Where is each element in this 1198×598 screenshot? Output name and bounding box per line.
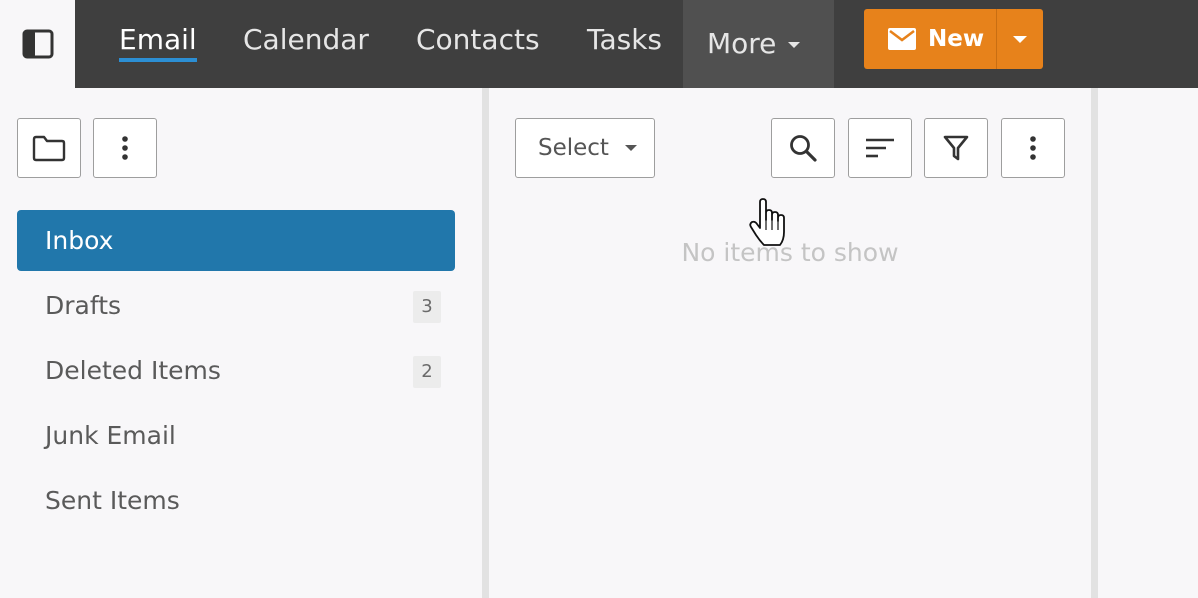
folder-junk-email[interactable]: Junk Email bbox=[17, 405, 455, 470]
folder-pane: Inbox Drafts 3 Deleted Items 2 Junk Emai… bbox=[0, 88, 483, 598]
filter-button[interactable] bbox=[924, 118, 988, 178]
hand-cursor-icon bbox=[749, 198, 785, 246]
folder-sent-items[interactable]: Sent Items bbox=[17, 470, 455, 535]
top-navigation-bar: Email Calendar Contacts Tasks More New bbox=[0, 0, 1198, 88]
folder-label: Deleted Items bbox=[45, 356, 221, 385]
folder-inbox[interactable]: Inbox bbox=[17, 210, 455, 271]
unread-count-badge: 2 bbox=[413, 356, 441, 388]
nav-email[interactable]: Email bbox=[119, 0, 197, 88]
nav-calendar[interactable]: Calendar bbox=[243, 0, 369, 88]
folder-label: Inbox bbox=[45, 226, 114, 255]
nav-calendar-label: Calendar bbox=[243, 23, 369, 56]
folder-list: Inbox Drafts 3 Deleted Items 2 Junk Emai… bbox=[17, 210, 455, 535]
nav-contacts[interactable]: Contacts bbox=[416, 0, 540, 88]
sidebar-toggle-button[interactable] bbox=[0, 0, 75, 88]
mail-icon bbox=[888, 28, 916, 50]
folder-menu-button[interactable] bbox=[17, 118, 81, 178]
sort-icon bbox=[866, 138, 894, 158]
folder-drafts[interactable]: Drafts 3 bbox=[17, 275, 455, 340]
unread-count-badge: 3 bbox=[413, 291, 441, 323]
folder-deleted-items[interactable]: Deleted Items 2 bbox=[17, 340, 455, 405]
new-options-dropdown[interactable] bbox=[996, 9, 1043, 69]
nav-more-dropdown[interactable]: More bbox=[683, 0, 834, 88]
nav-more-label: More bbox=[707, 27, 777, 60]
sidebar-toggle-icon bbox=[22, 29, 53, 59]
nav-tasks-label: Tasks bbox=[587, 23, 663, 56]
nav-tasks[interactable]: Tasks bbox=[587, 0, 662, 88]
nav-contacts-label: Contacts bbox=[416, 23, 540, 56]
chevron-down-icon bbox=[788, 42, 801, 48]
nav-email-label: Email bbox=[119, 23, 197, 62]
search-button[interactable] bbox=[771, 118, 835, 178]
new-message-split-button: New bbox=[864, 9, 1043, 69]
folder-label: Drafts bbox=[45, 291, 122, 320]
folder-more-button[interactable] bbox=[93, 118, 157, 178]
pane-splitter-right[interactable] bbox=[1091, 88, 1098, 598]
reading-pane bbox=[1098, 88, 1198, 598]
select-label: Select bbox=[538, 135, 609, 161]
more-vertical-icon bbox=[1030, 136, 1036, 160]
more-vertical-icon bbox=[122, 136, 128, 160]
folder-label: Sent Items bbox=[45, 486, 180, 515]
list-more-button[interactable] bbox=[1001, 118, 1065, 178]
new-message-button[interactable]: New bbox=[864, 9, 996, 69]
sort-button[interactable] bbox=[848, 118, 912, 178]
new-button-label: New bbox=[928, 26, 985, 52]
message-list-pane: Select No items to show bbox=[489, 88, 1091, 598]
select-dropdown[interactable]: Select bbox=[515, 118, 655, 178]
chevron-down-icon bbox=[624, 145, 637, 151]
search-icon bbox=[790, 135, 817, 162]
chevron-down-icon bbox=[1013, 35, 1027, 43]
folder-label: Junk Email bbox=[45, 421, 176, 450]
empty-state-text: No items to show bbox=[681, 238, 899, 267]
folder-icon bbox=[32, 135, 66, 162]
filter-icon bbox=[943, 135, 969, 161]
pane-splitter-left[interactable] bbox=[482, 88, 489, 598]
